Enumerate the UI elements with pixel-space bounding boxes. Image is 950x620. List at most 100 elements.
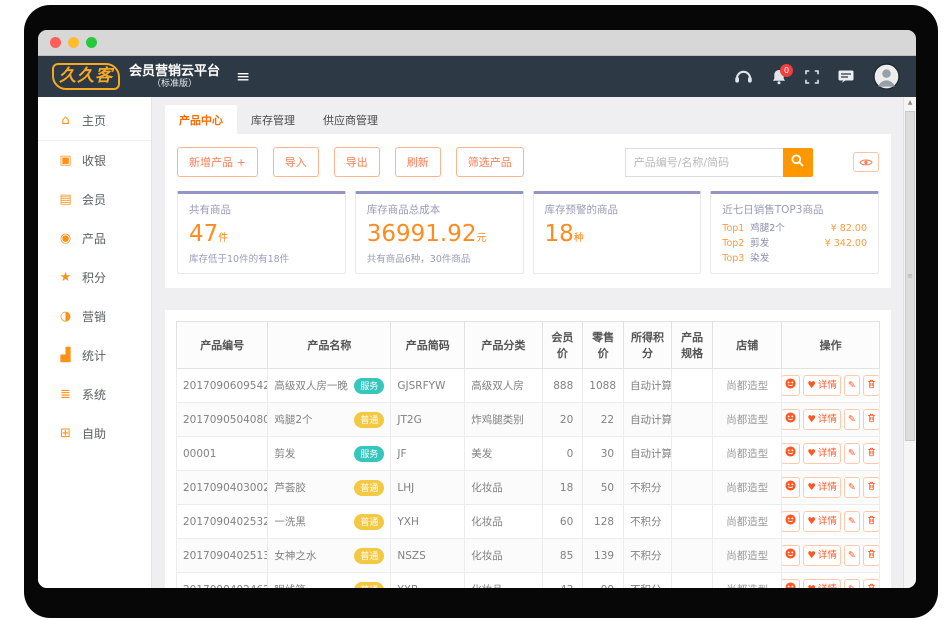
product-overview-panel: 新增产品 + 导入 导出 刷新 筛选产品 [165, 134, 891, 288]
detail-button[interactable]: ♥详情 [803, 511, 841, 532]
heart-icon: ♥ [807, 380, 816, 392]
app-logo[interactable]: 久久客 [52, 63, 120, 89]
menu-toggle-icon[interactable]: ≡ [236, 67, 250, 87]
sidebar-item-label: 主页 [82, 112, 106, 129]
stat-value: 47 [189, 221, 218, 247]
edit-button[interactable]: ✎ [844, 477, 860, 498]
delete-button[interactable] [863, 443, 880, 464]
delete-button[interactable] [863, 409, 880, 430]
scroll-up-icon[interactable]: ▲ [904, 99, 916, 106]
filter-products-button[interactable]: 筛选产品 [456, 147, 524, 177]
zoom-button[interactable] [86, 37, 97, 48]
display-button[interactable] [782, 477, 801, 498]
blocks-icon: ⊞ [58, 426, 73, 441]
cell-points: 不积分 [624, 505, 672, 539]
tab-product-center[interactable]: 产品中心 [165, 105, 237, 134]
edit-button[interactable]: ✎ [844, 579, 860, 588]
product-table: 产品编号 产品名称 产品简码 产品分类 会员价 零售价 所得积分 产品规格 店铺… [176, 321, 880, 588]
edit-button[interactable]: ✎ [844, 375, 860, 396]
cell-member-price: 20 [542, 403, 583, 437]
delete-button[interactable] [863, 511, 880, 532]
face-icon [785, 582, 796, 588]
cell-code: 20170906095425159 [177, 369, 268, 403]
cell-points: 不积分 [624, 471, 672, 505]
toggle-visibility-button[interactable] [853, 152, 879, 172]
display-button[interactable] [782, 545, 801, 566]
detail-button[interactable]: ♥详情 [803, 443, 841, 464]
cell-spec [671, 539, 712, 573]
support-headset-icon[interactable] [734, 69, 753, 84]
edit-button[interactable]: ✎ [844, 409, 860, 430]
stat-unit: 件 [218, 233, 228, 244]
cell-spec [671, 403, 712, 437]
display-button[interactable] [782, 511, 801, 532]
home-icon: ⌂ [58, 113, 73, 128]
table-row: 20170904024626173 眼线笔普通 YXB 化妆品 43 99 不积… [177, 573, 880, 589]
trash-icon [867, 549, 876, 563]
tab-supplier[interactable]: 供应商管理 [309, 105, 392, 134]
cell-code: 00001 [177, 437, 268, 471]
cell-name: 一洗黑普通 [268, 505, 391, 539]
cell-name: 鸡腿2个普通 [268, 403, 391, 437]
cell-shop: 尚都造型 [713, 471, 782, 505]
edit-button[interactable]: ✎ [844, 545, 860, 566]
avatar[interactable] [873, 63, 900, 90]
window-shadow: 久久客 会员营销云平台 （标准版） ≡ 0 [24, 5, 938, 618]
display-button[interactable] [782, 375, 801, 396]
detail-button[interactable]: ♥详情 [803, 409, 841, 430]
scrollbar-thumb[interactable]: ≡ [905, 111, 915, 441]
delete-button[interactable] [863, 375, 880, 396]
cell-name: 高级双人房一晚服务 [268, 369, 391, 403]
sidebar-item-product[interactable]: ◉ 产品 [38, 219, 151, 258]
sidebar-item-marketing[interactable]: ◑ 营销 [38, 297, 151, 336]
import-button[interactable]: 导入 [273, 147, 319, 177]
vertical-scrollbar[interactable]: ▲ ≡ [903, 97, 916, 588]
detail-button[interactable]: ♥详情 [803, 477, 841, 498]
search-button[interactable] [783, 148, 813, 177]
edit-button[interactable]: ✎ [844, 443, 860, 464]
sidebar-item-label: 系统 [82, 386, 106, 403]
edit-pencil-icon: ✎ [848, 482, 856, 494]
detail-button[interactable]: ♥详情 [803, 579, 841, 588]
sidebar-item-label: 会员 [82, 191, 106, 208]
minimize-button[interactable] [68, 37, 79, 48]
sidebar-item-points[interactable]: ★ 积分 [38, 258, 151, 297]
stat-card-stock-warning: 库存预警的商品 18种 [533, 191, 702, 274]
refresh-button[interactable]: 刷新 [395, 147, 441, 177]
delete-button[interactable] [863, 477, 880, 498]
tab-inventory[interactable]: 库存管理 [237, 105, 309, 134]
search-input[interactable] [625, 148, 783, 177]
detail-button[interactable]: ♥详情 [803, 545, 841, 566]
sidebar-item-cashier[interactable]: ▣ 收银 [38, 141, 151, 180]
cell-code: 20170904025139357 [177, 539, 268, 573]
close-button[interactable] [50, 37, 61, 48]
delete-button[interactable] [863, 579, 880, 588]
messages-icon[interactable] [838, 70, 854, 84]
cell-member-price: 18 [542, 471, 583, 505]
detail-button[interactable]: ♥详情 [803, 375, 841, 396]
display-button[interactable] [782, 579, 801, 588]
cell-points: 不积分 [624, 573, 672, 589]
sidebar-item-home[interactable]: ⌂ 主页 [38, 101, 151, 141]
display-button[interactable] [782, 409, 801, 430]
cell-member-price: 85 [542, 539, 583, 573]
app-title: 会员营销云平台 [129, 64, 220, 79]
display-button[interactable] [782, 443, 801, 464]
export-button[interactable]: 导出 [334, 147, 380, 177]
edit-pencil-icon: ✎ [848, 584, 856, 589]
cell-retail-price: 139 [583, 539, 624, 573]
product-name: 一洗黑 [274, 514, 306, 529]
heart-icon: ♥ [807, 550, 816, 562]
sidebar-item-system[interactable]: ≣ 系统 [38, 375, 151, 414]
add-product-button[interactable]: 新增产品 + [177, 147, 258, 177]
sidebar-item-member[interactable]: ▤ 会员 [38, 180, 151, 219]
delete-button[interactable] [863, 545, 880, 566]
heart-icon: ♥ [807, 448, 816, 460]
edit-button[interactable]: ✎ [844, 511, 860, 532]
product-name: 眼线笔 [274, 582, 306, 588]
notifications-bell-icon[interactable]: 0 [772, 69, 786, 85]
sidebar-item-statistics[interactable]: ▟ 统计 [38, 336, 151, 375]
cell-member-price: 43 [542, 573, 583, 589]
sidebar-item-self-service[interactable]: ⊞ 自助 [38, 414, 151, 453]
fullscreen-icon[interactable] [805, 70, 819, 84]
